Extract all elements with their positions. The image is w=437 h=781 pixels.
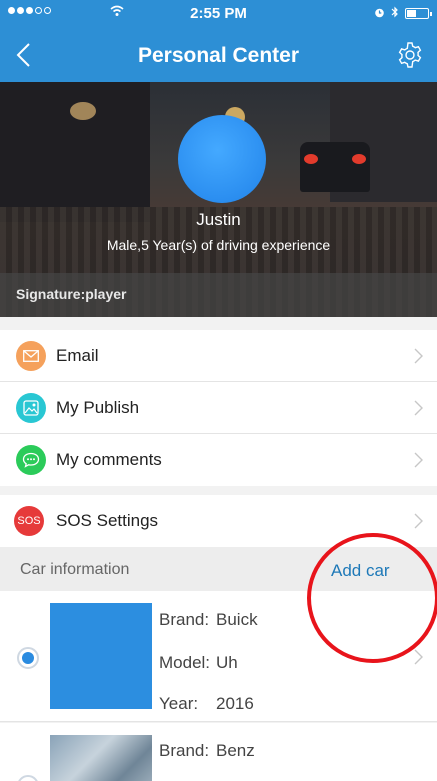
alarm-icon bbox=[374, 7, 385, 21]
profile-header: Justin Male,5 Year(s) of driving experie… bbox=[0, 82, 437, 317]
status-time: 2:55 PM bbox=[190, 5, 247, 22]
model-label: Model: bbox=[159, 653, 211, 672]
brand-value: Benz bbox=[216, 741, 255, 760]
menu-item-my-comments[interactable]: My comments bbox=[0, 434, 437, 486]
sos-icon-text: SOS bbox=[17, 515, 41, 527]
chevron-right-icon bbox=[414, 348, 423, 364]
menu-item-label: Email bbox=[56, 346, 99, 365]
model-value: Uh bbox=[216, 653, 238, 672]
menu-item-label: SOS Settings bbox=[56, 511, 159, 530]
image-icon bbox=[16, 393, 46, 423]
nav-bar: Personal Center bbox=[0, 28, 437, 82]
chat-bubble-icon bbox=[16, 445, 46, 475]
brand-label: Brand: bbox=[159, 610, 210, 629]
profile-experience: Male,5 Year(s) of driving experience bbox=[106, 237, 331, 253]
chevron-right-icon bbox=[414, 452, 423, 468]
signature-text: Signature:player bbox=[16, 286, 127, 302]
menu-item-label: My comments bbox=[56, 450, 162, 469]
signature-bar: Signature:player bbox=[0, 273, 437, 317]
background-car bbox=[300, 142, 370, 192]
highlight-circle bbox=[307, 533, 437, 663]
avatar[interactable] bbox=[178, 115, 266, 203]
car-select-radio[interactable] bbox=[17, 775, 39, 781]
chevron-right-icon bbox=[414, 400, 423, 416]
car-list-item[interactable]: Brand: Benz bbox=[0, 723, 437, 781]
battery-icon bbox=[405, 8, 432, 19]
envelope-icon bbox=[16, 341, 46, 371]
profile-name: Justin bbox=[196, 210, 241, 229]
menu-item-label: My Publish bbox=[56, 398, 140, 417]
menu-item-my-publish[interactable]: My Publish bbox=[0, 382, 437, 434]
menu-list: Email My Publish My comments bbox=[0, 330, 437, 486]
chevron-right-icon bbox=[414, 649, 423, 665]
car-thumbnail bbox=[50, 603, 152, 709]
year-value: 2016 bbox=[216, 694, 254, 713]
page-title: Personal Center bbox=[137, 44, 300, 67]
sos-icon: SOS bbox=[14, 506, 44, 536]
window-light bbox=[70, 102, 96, 120]
car-select-radio[interactable] bbox=[17, 647, 39, 669]
car-info-label: Car information bbox=[20, 561, 130, 578]
status-bar: 2:55 PM bbox=[0, 0, 437, 28]
bluetooth-icon bbox=[391, 6, 399, 21]
gear-icon bbox=[398, 42, 422, 68]
tail-light bbox=[304, 154, 318, 164]
year-label: Year: bbox=[159, 694, 199, 713]
brand-value: Buick bbox=[216, 610, 258, 629]
brand-label: Brand: bbox=[159, 741, 210, 760]
chevron-right-icon bbox=[414, 513, 423, 529]
settings-button[interactable] bbox=[395, 40, 425, 70]
menu-item-email[interactable]: Email bbox=[0, 330, 437, 382]
car-thumbnail bbox=[50, 735, 152, 781]
tail-light bbox=[352, 154, 366, 164]
